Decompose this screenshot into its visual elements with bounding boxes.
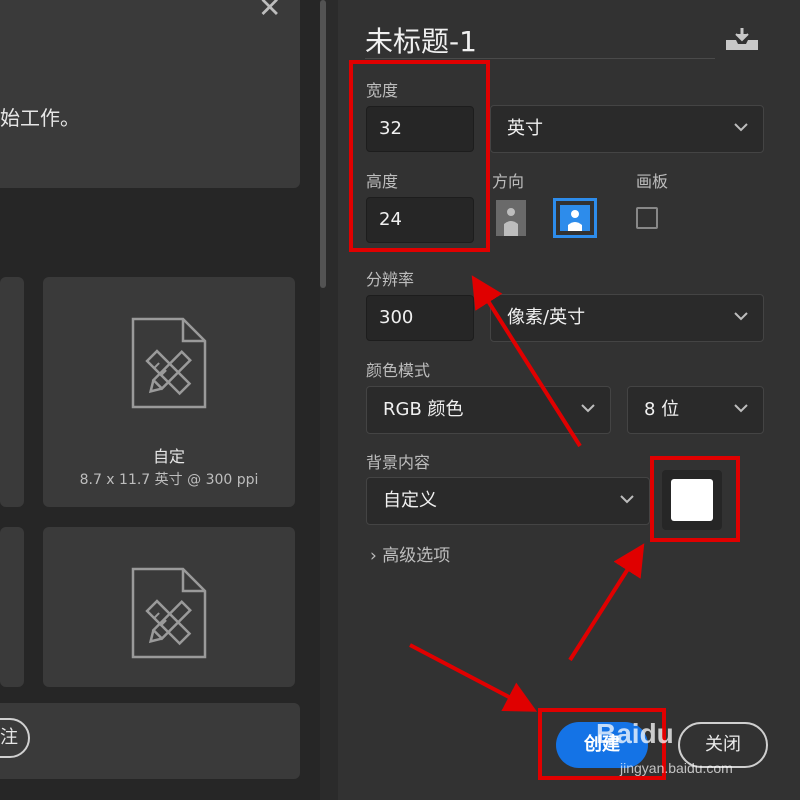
close-icon[interactable]: ✕ bbox=[258, 0, 281, 22]
welcome-banner: 始工作。 ✕ bbox=[0, 0, 300, 188]
unit-select[interactable]: 英寸 bbox=[490, 105, 764, 153]
advanced-options-toggle[interactable]: › 高级选项 bbox=[370, 541, 450, 566]
chevron-down-icon bbox=[581, 404, 595, 413]
advanced-options-label: 高级选项 bbox=[382, 546, 451, 566]
left-bottom-bar: 注 bbox=[0, 703, 300, 779]
document-name-field[interactable]: 未标题-1 bbox=[365, 20, 477, 60]
bit-depth-value: 8 位 bbox=[644, 399, 680, 420]
preset-card-partial[interactable] bbox=[0, 277, 24, 507]
scrollbar-thumb[interactable] bbox=[320, 0, 326, 288]
chevron-down-icon bbox=[734, 404, 748, 413]
resolution-unit-value: 像素/英寸 bbox=[507, 307, 586, 328]
presets-area: 始工作。 ✕ 自定 8.7 x 11.7 英寸 @ 300 ppi 注 bbox=[0, 0, 322, 800]
banner-text: 始工作。 bbox=[0, 106, 80, 130]
chevron-down-icon bbox=[620, 495, 634, 504]
artboard-label: 画板 bbox=[636, 172, 669, 191]
background-label: 背景内容 bbox=[366, 453, 431, 472]
watermark-url: jingyan.baidu.com bbox=[620, 760, 733, 776]
bit-depth-select[interactable]: 8 位 bbox=[627, 386, 764, 434]
portrait-orientation-icon[interactable] bbox=[490, 198, 534, 238]
document-ruler-pencil-icon bbox=[131, 567, 207, 659]
preset-card-custom[interactable]: 自定 8.7 x 11.7 英寸 @ 300 ppi bbox=[43, 277, 295, 507]
color-mode-label: 颜色模式 bbox=[366, 361, 431, 380]
chevron-down-icon bbox=[734, 123, 748, 132]
download-tray-icon[interactable] bbox=[724, 26, 760, 52]
unit-select-value: 英寸 bbox=[507, 118, 543, 139]
color-mode-value: RGB 颜色 bbox=[383, 399, 464, 420]
left-bottom-button[interactable]: 注 bbox=[0, 718, 30, 758]
annotation-box-swatch bbox=[650, 456, 740, 542]
resolution-label: 分辨率 bbox=[366, 270, 415, 289]
card-title: 自定 bbox=[152, 447, 185, 466]
preset-card-partial[interactable] bbox=[0, 527, 24, 687]
artboard-checkbox[interactable] bbox=[636, 207, 658, 229]
orientation-label: 方向 bbox=[492, 172, 525, 191]
resolution-input[interactable]: 300 bbox=[366, 295, 474, 341]
resolution-unit-select[interactable]: 像素/英寸 bbox=[490, 294, 764, 342]
title-underline bbox=[365, 58, 715, 59]
chevron-down-icon bbox=[734, 312, 748, 321]
background-select[interactable]: 自定义 bbox=[366, 477, 650, 525]
new-document-dialog: 始工作。 ✕ 自定 8.7 x 11.7 英寸 @ 300 ppi 注 未标题-… bbox=[0, 0, 800, 800]
card-subtitle: 8.7 x 11.7 英寸 @ 300 ppi bbox=[79, 472, 259, 488]
background-value: 自定义 bbox=[383, 490, 437, 511]
color-mode-select[interactable]: RGB 颜色 bbox=[366, 386, 611, 434]
chevron-right-icon: › bbox=[370, 546, 377, 566]
document-ruler-pencil-icon bbox=[131, 317, 207, 409]
annotation-box-size bbox=[349, 60, 490, 252]
preset-card[interactable] bbox=[43, 527, 295, 687]
watermark-logo: Baidu bbox=[596, 718, 674, 749]
landscape-orientation-icon[interactable] bbox=[553, 198, 597, 238]
